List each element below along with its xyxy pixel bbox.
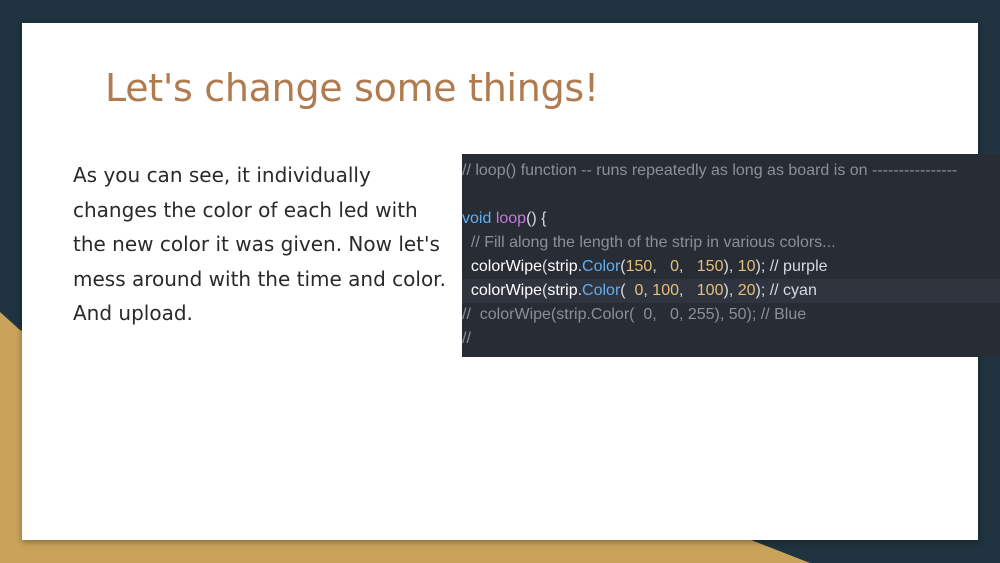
code-line-4: // Fill along the length of the strip in… <box>462 234 836 251</box>
code-line-6: colorWipe(strip.Color( 0, 100, 100), 20)… <box>462 279 1000 303</box>
code-line-7: // colorWipe(strip.Color( 0, 0, 255), 50… <box>462 306 807 323</box>
code-line-8: // <box>462 330 471 347</box>
code-screenshot: // loop() function -- runs repeatedly as… <box>462 154 1000 357</box>
code-function-name: loop <box>495 210 527 227</box>
code-keyword: void <box>462 210 492 227</box>
code-line-3: void loop() { <box>462 210 547 227</box>
slide-title: Let's change some things! <box>105 66 599 110</box>
code-line-1: // loop() function -- runs repeatedly as… <box>462 162 958 179</box>
code-line-5: colorWipe(strip.Color(150, 0, 150), 10);… <box>470 258 828 275</box>
slide-body-text: As you can see, it individually changes … <box>73 163 446 325</box>
